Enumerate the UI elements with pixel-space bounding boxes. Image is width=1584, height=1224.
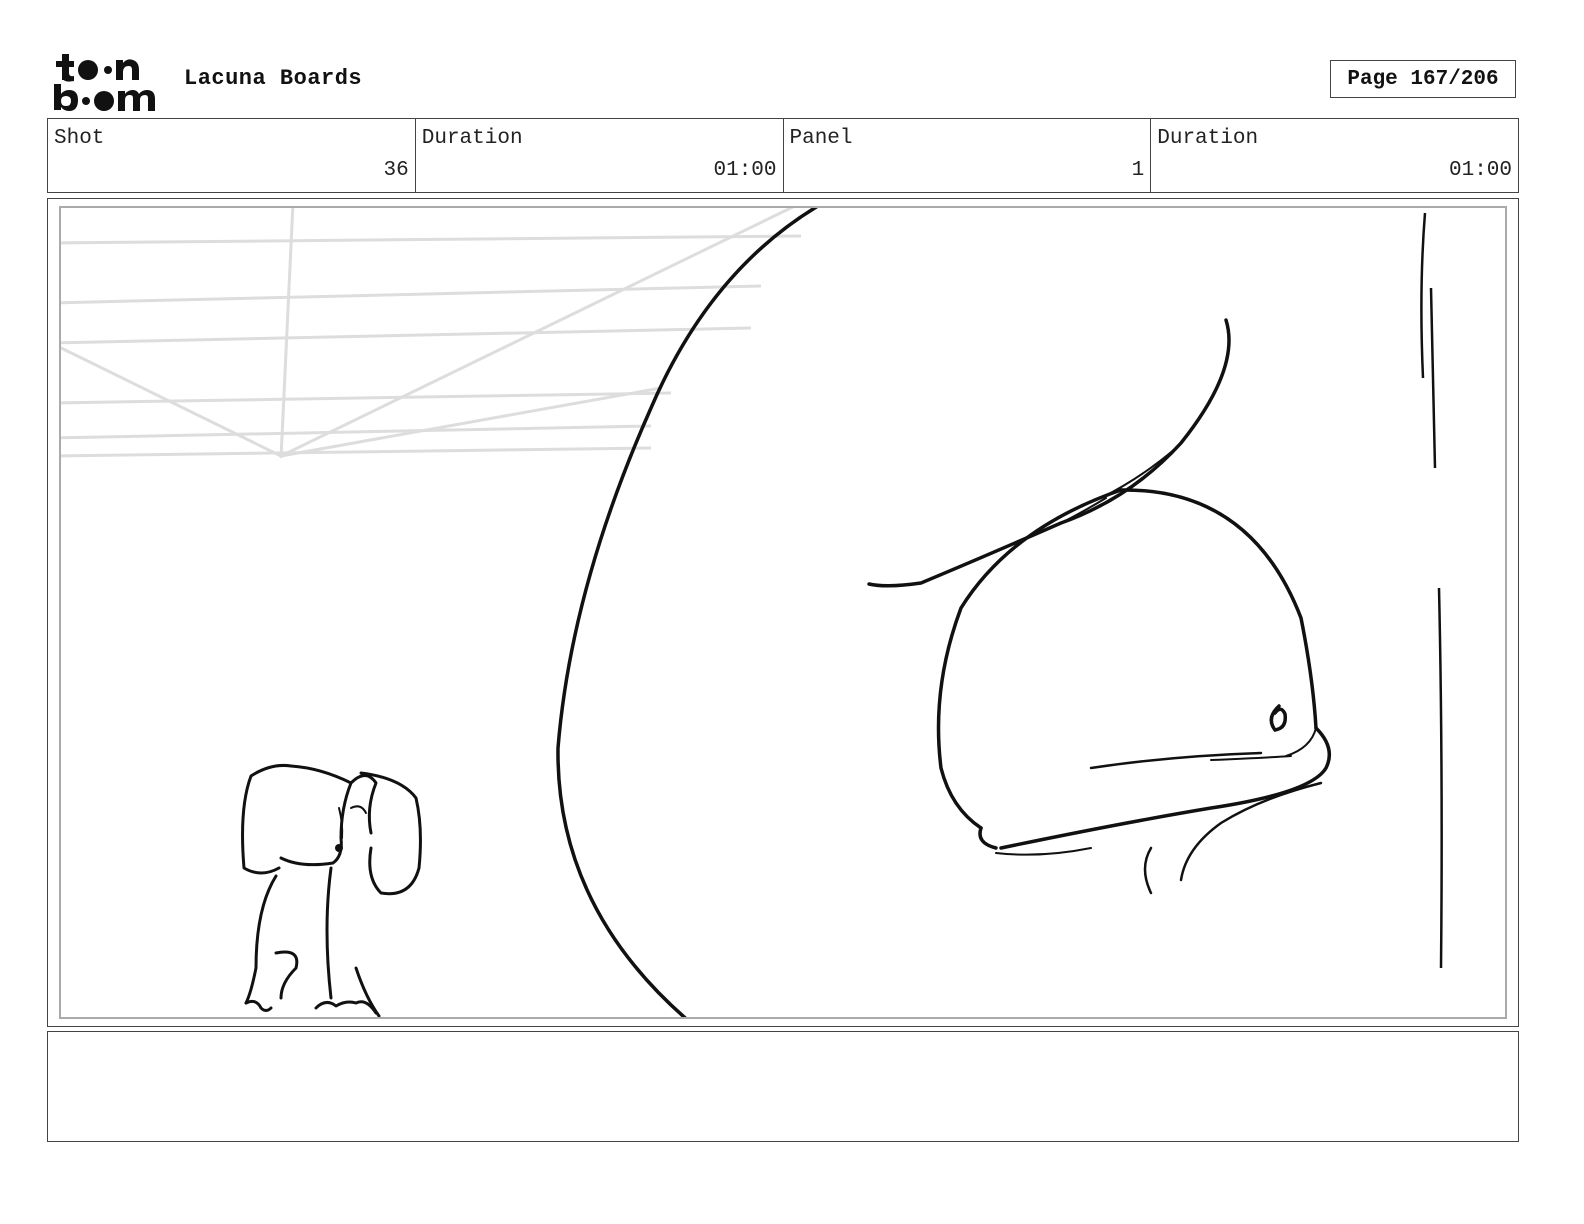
shot-info-table: Shot 36 Duration 01:00 Panel 1 Duration … <box>47 118 1519 193</box>
storyboard-sketch <box>61 208 1443 1017</box>
small-character <box>241 764 422 1017</box>
page-label: Page 167/206 <box>1347 67 1499 91</box>
toon-boom-logo <box>52 50 164 112</box>
storyboard-panel-image <box>59 206 1507 1019</box>
shot-duration-cell: Duration 01:00 <box>416 119 784 192</box>
storyboard-panel-frame <box>47 198 1519 1027</box>
right-edge-lines <box>1420 212 1443 969</box>
panel-duration-value: 01:00 <box>1448 159 1512 182</box>
panel-duration-cell: Duration 01:00 <box>1151 119 1518 192</box>
project-title: Lacuna Boards <box>184 66 363 91</box>
panel-duration-label: Duration <box>1157 127 1259 150</box>
shot-cell: Shot 36 <box>48 119 416 192</box>
panel-label: Panel <box>789 127 853 150</box>
shot-value: 36 <box>383 159 409 182</box>
panel-cell: Panel 1 <box>784 119 1152 192</box>
panel-value: 1 <box>1131 159 1145 182</box>
shot-duration-label: Duration <box>421 127 523 150</box>
shot-duration-value: 01:00 <box>713 159 777 182</box>
page-indicator: Page 167/206 <box>1330 60 1516 98</box>
panel-notes-box[interactable] <box>47 1031 1519 1142</box>
logo-graphic <box>54 54 155 111</box>
shot-label: Shot <box>54 127 105 150</box>
